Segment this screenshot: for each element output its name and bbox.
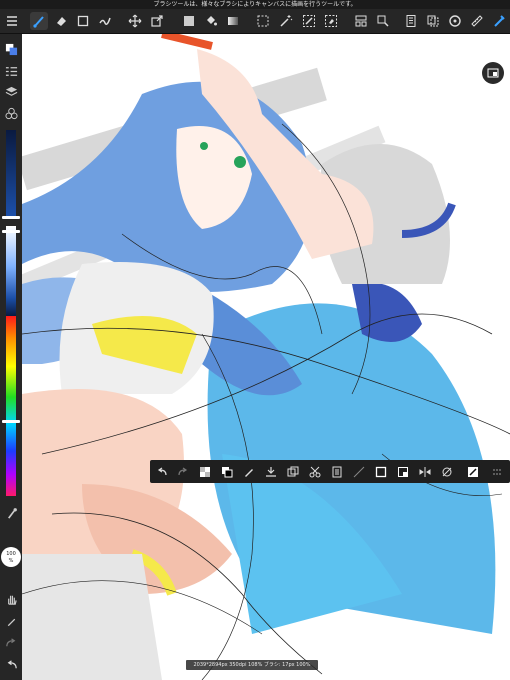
gradient-icon[interactable] [224, 12, 242, 30]
panel-icon[interactable] [402, 12, 420, 30]
pen-icon[interactable] [240, 462, 258, 481]
hue-slider[interactable] [6, 316, 16, 496]
smudge-icon[interactable] [96, 12, 114, 30]
cut-icon[interactable] [306, 462, 324, 481]
select-icon[interactable] [254, 12, 272, 30]
select-layer-icon[interactable] [394, 462, 412, 481]
menu-icon[interactable] [3, 12, 21, 30]
zoom-level-chip[interactable]: 100 % [1, 547, 21, 567]
layer-list-icon[interactable] [2, 62, 20, 80]
copy-icon[interactable] [424, 12, 442, 30]
transform-selection-icon[interactable] [464, 462, 482, 481]
brightness-slider[interactable] [6, 226, 16, 316]
zoom-level-value: 100 [6, 551, 16, 557]
layers-icon[interactable] [2, 82, 20, 100]
move-icon[interactable] [126, 12, 144, 30]
left-sidebar: 100 % [0, 34, 22, 680]
invert-selection-icon[interactable] [372, 462, 390, 481]
view-mode-button[interactable] [482, 62, 504, 84]
swap-color-icon[interactable] [218, 462, 236, 481]
text-icon[interactable] [374, 12, 392, 30]
flip-icon[interactable] [416, 462, 434, 481]
ruler-icon[interactable] [468, 12, 486, 30]
transform-icon[interactable] [148, 12, 166, 30]
undo-icon[interactable] [2, 656, 20, 674]
eyedropper-icon[interactable] [2, 504, 20, 522]
zoom-level-unit: % [8, 558, 14, 564]
value-slider-dark[interactable] [6, 130, 16, 216]
select-eraser-icon[interactable] [322, 12, 340, 30]
top-toolbar [0, 9, 510, 34]
tool-tip-text: ブラシツールは、様々なブラシによりキャンバスに描画を行うツールです。 [0, 0, 510, 9]
illustration-artwork [22, 34, 510, 680]
brush-size-slider-handle[interactable] [2, 216, 20, 219]
brush-icon[interactable] [30, 12, 48, 30]
drawing-canvas[interactable] [22, 34, 510, 680]
canvas-status-text: 2039*2894px 350dpi 108% ブラシ: 17px 100% [186, 660, 318, 670]
hue-slider-handle[interactable] [2, 420, 20, 423]
import-icon[interactable] [262, 462, 280, 481]
color-swatch-icon[interactable] [2, 40, 20, 58]
fill-color-icon[interactable] [180, 12, 198, 30]
eraser-icon[interactable] [52, 12, 70, 30]
redo-icon[interactable] [174, 462, 192, 481]
brightness-slider-handle[interactable] [2, 230, 20, 233]
paste-icon[interactable] [328, 462, 346, 481]
rotate-icon[interactable] [438, 462, 456, 481]
duplicate-icon[interactable] [284, 462, 302, 481]
hand-tool-icon[interactable] [2, 590, 20, 608]
rectangle-tool-icon[interactable] [74, 12, 92, 30]
bucket-icon[interactable] [202, 12, 220, 30]
stabilizer-icon[interactable] [490, 12, 508, 30]
magic-wand-icon[interactable] [277, 12, 295, 30]
clear-icon[interactable] [350, 462, 368, 481]
frame-divider-icon[interactable] [352, 12, 370, 30]
material-icon[interactable] [2, 104, 20, 122]
redo-icon[interactable] [2, 634, 20, 652]
more-options-icon[interactable] [488, 462, 506, 481]
snap-icon[interactable] [446, 12, 464, 30]
undo-icon[interactable] [153, 462, 171, 481]
pen-tool-icon[interactable] [2, 612, 20, 630]
fill-selection-icon[interactable] [196, 462, 214, 481]
select-pen-icon[interactable] [300, 12, 318, 30]
selection-action-bar [150, 460, 510, 483]
